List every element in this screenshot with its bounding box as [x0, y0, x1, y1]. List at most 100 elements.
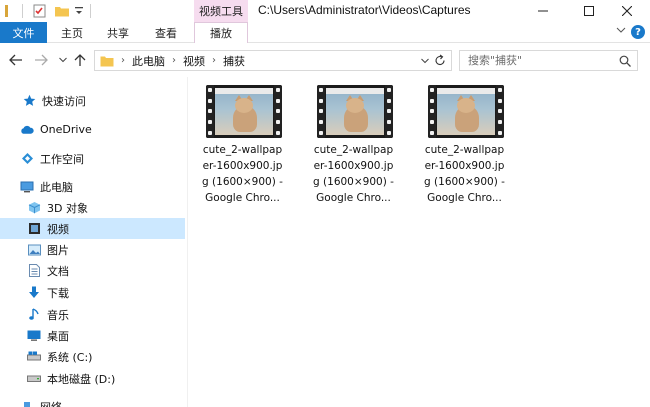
- drive-d-icon: [27, 372, 41, 386]
- nav-item-workspace[interactable]: 工作空间: [0, 148, 185, 169]
- nav-item-label: 文档: [47, 264, 69, 278]
- video-icon: [27, 222, 41, 236]
- desktop-icon: [27, 329, 41, 343]
- cloud-icon: [20, 123, 34, 137]
- file-name-line: g (1600×900) -: [313, 176, 394, 188]
- file-item[interactable]: cute_2-wallpap er-1600x900.jp g (1600×90…: [303, 81, 404, 204]
- expand-ribbon-icon[interactable]: [616, 25, 626, 38]
- file-name: cute_2-wallpap er-1600x900.jp g (1600×90…: [303, 142, 404, 206]
- thumbnail-frame: [326, 88, 384, 135]
- file-name-line: g (1600×900) -: [202, 176, 283, 188]
- file-name-line: er-1600x900.jp: [202, 160, 283, 172]
- address-row: › 此电脑 › 视频 › 捕获: [0, 43, 650, 77]
- nav-item-label: 音乐: [47, 308, 69, 322]
- video-tools-context-tab: 视频工具: [194, 0, 248, 22]
- nav-item-downloads[interactable]: 下载: [0, 282, 185, 303]
- nav-item-label: 网络: [40, 400, 62, 407]
- picture-icon: [27, 243, 41, 257]
- recent-locations-chevron-icon[interactable]: [55, 52, 71, 68]
- thumbnail-frame: [437, 88, 495, 135]
- file-name-line: cute_2-wallpap: [313, 144, 394, 156]
- tab-share[interactable]: 共享: [98, 22, 138, 43]
- window-title: C:\Users\Administrator\Videos\Captures: [258, 3, 471, 17]
- search-icon[interactable]: [619, 55, 631, 67]
- tab-view[interactable]: 查看: [146, 22, 186, 43]
- nav-item-pictures[interactable]: 图片: [0, 239, 185, 260]
- breadcrumb-videos[interactable]: 视频: [183, 53, 205, 69]
- file-name-line: er-1600x900.jp: [424, 160, 505, 172]
- title-bar: 视频工具 C:\Users\Administrator\Videos\Captu…: [0, 0, 650, 22]
- nav-item-label: 下载: [47, 286, 69, 300]
- breadcrumb-captures[interactable]: 捕获: [223, 53, 245, 69]
- help-button[interactable]: ?: [631, 25, 645, 39]
- file-name: cute_2-wallpap er-1600x900.jp g (1600×90…: [414, 142, 515, 206]
- nav-item-label: 此电脑: [40, 180, 73, 194]
- app-icon[interactable]: [4, 3, 18, 19]
- nav-item-onedrive[interactable]: OneDrive: [0, 119, 185, 140]
- breadcrumb-separator: ›: [172, 55, 176, 66]
- nav-item-label: 本地磁盘 (D:): [47, 372, 116, 386]
- address-bar[interactable]: › 此电脑 › 视频 › 捕获: [94, 50, 452, 71]
- nav-item-documents[interactable]: 文档: [0, 260, 185, 281]
- nav-item-videos[interactable]: 视频: [0, 218, 185, 239]
- toolbar-separator: [22, 4, 23, 18]
- thumbnail-frame: [215, 88, 273, 135]
- forward-button[interactable]: [33, 52, 49, 68]
- tab-file[interactable]: 文件: [0, 22, 47, 43]
- nav-item-label: 视频: [47, 222, 69, 236]
- close-button[interactable]: [604, 0, 650, 22]
- nav-item-desktop[interactable]: 桌面: [0, 325, 185, 346]
- film-strip-right: [385, 85, 393, 138]
- address-history-chevron-icon[interactable]: [421, 55, 429, 67]
- toolbar-separator: [90, 4, 91, 18]
- computer-icon: [20, 180, 34, 194]
- nav-item-drive-c[interactable]: 系统 (C:): [0, 346, 185, 367]
- new-folder-icon[interactable]: [54, 3, 70, 19]
- nav-item-network[interactable]: 网络: [0, 396, 185, 407]
- drive-c-icon: [27, 350, 41, 364]
- up-button[interactable]: [72, 52, 88, 68]
- network-icon: [20, 400, 34, 407]
- nav-item-label: 快速访问: [42, 94, 86, 108]
- nav-item-3d-objects[interactable]: 3D 对象: [0, 197, 185, 218]
- document-icon: [27, 264, 41, 278]
- pane-divider: [187, 77, 188, 407]
- file-item[interactable]: cute_2-wallpap er-1600x900.jp g (1600×90…: [414, 81, 515, 204]
- file-list: cute_2-wallpap er-1600x900.jp g (1600×90…: [190, 77, 650, 407]
- breadcrumb-separator: ›: [121, 55, 125, 66]
- video-thumbnail: [206, 85, 282, 138]
- nav-item-label: 桌面: [47, 329, 69, 343]
- file-name-line: Google Chro...: [316, 192, 391, 204]
- film-strip-right: [274, 85, 282, 138]
- tab-home[interactable]: 主页: [52, 22, 92, 43]
- download-icon: [27, 286, 41, 300]
- breadcrumb-separator: ›: [212, 55, 216, 66]
- properties-icon[interactable]: [32, 3, 48, 19]
- file-name-line: cute_2-wallpap: [202, 144, 283, 156]
- cube-icon: [27, 201, 41, 215]
- star-icon: [22, 94, 36, 108]
- breadcrumb-this-pc[interactable]: 此电脑: [132, 53, 165, 69]
- nav-item-this-pc[interactable]: 此电脑: [0, 176, 185, 197]
- navigation-pane: 快速访问 OneDrive 工作空间 此电脑 3D 对象 视频 图片 文档 下载…: [0, 77, 187, 407]
- back-button[interactable]: [8, 52, 24, 68]
- refresh-icon[interactable]: [434, 54, 446, 67]
- nav-item-music[interactable]: 音乐: [0, 304, 185, 325]
- search-box[interactable]: [459, 50, 638, 71]
- file-item[interactable]: cute_2-wallpap er-1600x900.jp g (1600×90…: [192, 81, 293, 204]
- film-strip-left: [206, 85, 214, 138]
- file-name: cute_2-wallpap er-1600x900.jp g (1600×90…: [192, 142, 293, 206]
- video-thumbnail: [317, 85, 393, 138]
- nav-item-quick-access[interactable]: 快速访问: [0, 90, 185, 111]
- nav-item-drive-d[interactable]: 本地磁盘 (D:): [0, 368, 185, 389]
- search-input[interactable]: [468, 54, 618, 67]
- file-name-line: g (1600×900) -: [424, 176, 505, 188]
- customize-toolbar-icon[interactable]: [74, 3, 84, 19]
- nav-item-label: 图片: [47, 243, 69, 257]
- folder-icon: [100, 55, 114, 67]
- tab-play[interactable]: 播放: [194, 22, 248, 43]
- nav-item-label: 系统 (C:): [47, 350, 93, 364]
- workspace-icon: [20, 152, 34, 166]
- minimize-button[interactable]: [520, 0, 566, 22]
- file-name-line: er-1600x900.jp: [313, 160, 394, 172]
